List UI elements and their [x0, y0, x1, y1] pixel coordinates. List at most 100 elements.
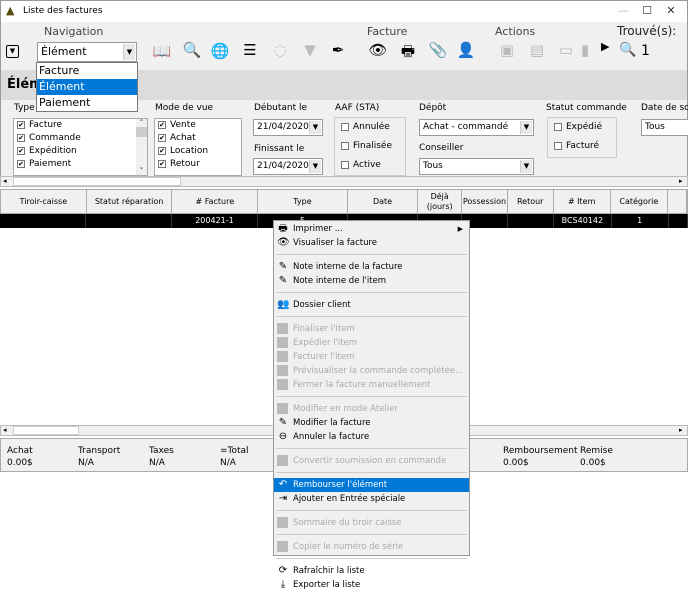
- column-header[interactable]: # Facture: [172, 190, 259, 213]
- checkbox-checked-icon[interactable]: ✔: [17, 133, 25, 142]
- checkbox-checked-icon[interactable]: ✔: [17, 120, 25, 129]
- checkbox-icon[interactable]: [341, 141, 349, 150]
- navigation-option[interactable]: Paiement: [37, 95, 137, 111]
- column-header[interactable]: Statut réparation: [87, 190, 173, 213]
- book-icon[interactable]: 📖: [151, 42, 173, 60]
- checkbox-checked-icon[interactable]: ✔: [158, 146, 166, 155]
- scroll-thumb[interactable]: [13, 426, 79, 435]
- menu-item[interactable]: ✎ Modifier la facture: [274, 416, 469, 430]
- menu-item[interactable]: ✎ Note interne de l'item: [274, 274, 469, 288]
- scroll-right-icon[interactable]: ▸: [679, 426, 683, 434]
- menu-item[interactable]: ⇥ Ajouter en Entrée spéciale: [274, 492, 469, 506]
- view-mode-item[interactable]: ✔ Location: [155, 145, 241, 158]
- type-item[interactable]: ✔ Facture: [14, 119, 147, 132]
- minimize-button[interactable]: —: [613, 4, 633, 20]
- view-mode-item[interactable]: ✔ Achat: [155, 132, 241, 145]
- exit-date-select[interactable]: Tous: [641, 119, 688, 136]
- window-icon[interactable]: ▣: [496, 41, 518, 59]
- search-icon[interactable]: 🔍: [181, 41, 203, 59]
- column-header[interactable]: Retour: [508, 190, 554, 213]
- scroll-thumb[interactable]: [13, 177, 181, 186]
- menu-item[interactable]: ✎ Note interne de la facture: [274, 260, 469, 274]
- checkbox-checked-icon[interactable]: ✔: [158, 133, 166, 142]
- advisor-select[interactable]: Tous ▼: [419, 158, 534, 175]
- aaf-option[interactable]: Annulée: [335, 118, 405, 137]
- menu-item[interactable]: Convertir soumission en commande: [274, 454, 469, 468]
- checkbox-icon[interactable]: [341, 122, 349, 131]
- more-arrow-icon[interactable]: ▶: [601, 40, 609, 53]
- navigation-option[interactable]: Facture: [37, 63, 137, 79]
- start-date-picker[interactable]: 21/04/2020 ▼: [253, 119, 323, 136]
- checkbox-checked-icon[interactable]: ✔: [17, 146, 25, 155]
- menu-item[interactable]: Finaliser l'item: [274, 322, 469, 336]
- list-icon[interactable]: ☰: [239, 41, 261, 59]
- view-mode-item[interactable]: ✔ Retour: [155, 158, 241, 171]
- menu-item[interactable]: Prévisualiser la commande complétée...: [274, 364, 469, 378]
- menu-item[interactable]: Facturer l'item: [274, 350, 469, 364]
- checkbox-icon[interactable]: [554, 141, 562, 150]
- collapse-toggle-icon[interactable]: ▼: [6, 45, 19, 58]
- checkbox-checked-icon[interactable]: ✔: [17, 159, 25, 168]
- filter-icon[interactable]: ▼: [299, 41, 321, 59]
- menu-item[interactable]: Copier le numéro de série: [274, 540, 469, 554]
- cash-icon[interactable]: ▭: [555, 41, 577, 59]
- scroll-right-icon[interactable]: ▸: [679, 177, 683, 185]
- menu-item[interactable]: Modifier en mode Atelier: [274, 402, 469, 416]
- checkbox-checked-icon[interactable]: ✔: [158, 120, 166, 129]
- aaf-option[interactable]: Finalisée: [335, 137, 405, 156]
- menu-item[interactable]: ⤓ Exporter la liste: [274, 578, 469, 592]
- column-header[interactable]: Type: [258, 190, 348, 213]
- menu-item[interactable]: 🖶 Imprimer ... ▶: [274, 222, 469, 236]
- battery-icon[interactable]: ▮: [579, 41, 591, 59]
- close-button[interactable]: ✕: [661, 4, 681, 20]
- type-item[interactable]: ✔ Expédition: [14, 145, 147, 158]
- checkbox-icon[interactable]: [341, 160, 349, 169]
- type-item[interactable]: ✔ Paiement: [14, 158, 147, 171]
- column-header[interactable]: [668, 190, 688, 213]
- menu-item[interactable]: ⟳ Rafraîchir la liste: [274, 564, 469, 578]
- chevron-down-icon[interactable]: ▼: [520, 160, 532, 173]
- depot-select[interactable]: Achat - commandé ▼: [419, 119, 534, 136]
- checkbox-icon[interactable]: [554, 122, 562, 131]
- navigation-option[interactable]: Élément: [37, 79, 137, 95]
- order-status-option[interactable]: Expédié: [548, 118, 616, 137]
- order-status-option[interactable]: Facturé: [548, 137, 616, 156]
- type-item[interactable]: ✔ Commande: [14, 132, 147, 145]
- chevron-down-icon[interactable]: ▼: [520, 121, 532, 134]
- menu-item[interactable]: ⊖ Annuler la facture: [274, 430, 469, 444]
- vertical-scrollbar[interactable]: ˄ ˅: [136, 119, 147, 175]
- filter-horizontal-scrollbar[interactable]: ◂ ▸: [0, 176, 688, 187]
- menu-item[interactable]: 👥 Dossier client: [274, 298, 469, 312]
- navigation-select[interactable]: Élément ▼: [37, 42, 137, 62]
- navigation-dropdown-list[interactable]: Facture Élément Paiement: [36, 62, 138, 112]
- aaf-option[interactable]: Active: [335, 156, 405, 175]
- printer-icon[interactable]: 🖶: [397, 41, 419, 66]
- column-header[interactable]: Date: [348, 190, 419, 213]
- menu-item[interactable]: 👁 Visualiser la facture: [274, 236, 469, 250]
- pen-icon[interactable]: ✒: [327, 41, 349, 59]
- end-date-picker[interactable]: 21/04/2020 ▼: [253, 158, 323, 175]
- column-header[interactable]: # Item: [554, 190, 611, 213]
- scroll-left-icon[interactable]: ◂: [3, 177, 7, 185]
- user-icon[interactable]: 👤: [455, 41, 477, 59]
- menu-item[interactable]: ↶ Rembourser l'élément: [274, 478, 469, 492]
- chevron-down-icon[interactable]: ▼: [309, 160, 321, 173]
- view-mode-item[interactable]: ✔ Vente: [155, 119, 241, 132]
- column-header[interactable]: Possession: [462, 190, 508, 213]
- chevron-down-icon[interactable]: ▼: [309, 121, 321, 134]
- maximize-button[interactable]: ☐: [637, 4, 657, 20]
- column-header[interactable]: Catégorie: [611, 190, 668, 213]
- scroll-left-icon[interactable]: ◂: [3, 426, 7, 434]
- paperclip-icon[interactable]: 📎: [427, 41, 449, 59]
- type-list[interactable]: ✔ Facture ✔ Commande ✔ Expédition ✔ Paiement ˄ ˅: [13, 118, 148, 176]
- globe-icon[interactable]: 🌐: [209, 42, 231, 60]
- menu-item[interactable]: Expédier l'item: [274, 336, 469, 350]
- chevron-down-icon[interactable]: ▼: [123, 44, 135, 60]
- ledger-icon[interactable]: ▤: [526, 41, 548, 59]
- column-header[interactable]: Déjà (jours): [418, 190, 463, 213]
- menu-item[interactable]: Fermer la facture manuellement: [274, 378, 469, 392]
- column-header[interactable]: Tiroir-caisse: [1, 190, 87, 213]
- checkbox-checked-icon[interactable]: ✔: [158, 159, 166, 168]
- menu-item[interactable]: Sommaire du tiroir caisse: [274, 516, 469, 530]
- eye-icon[interactable]: 👁: [367, 41, 389, 59]
